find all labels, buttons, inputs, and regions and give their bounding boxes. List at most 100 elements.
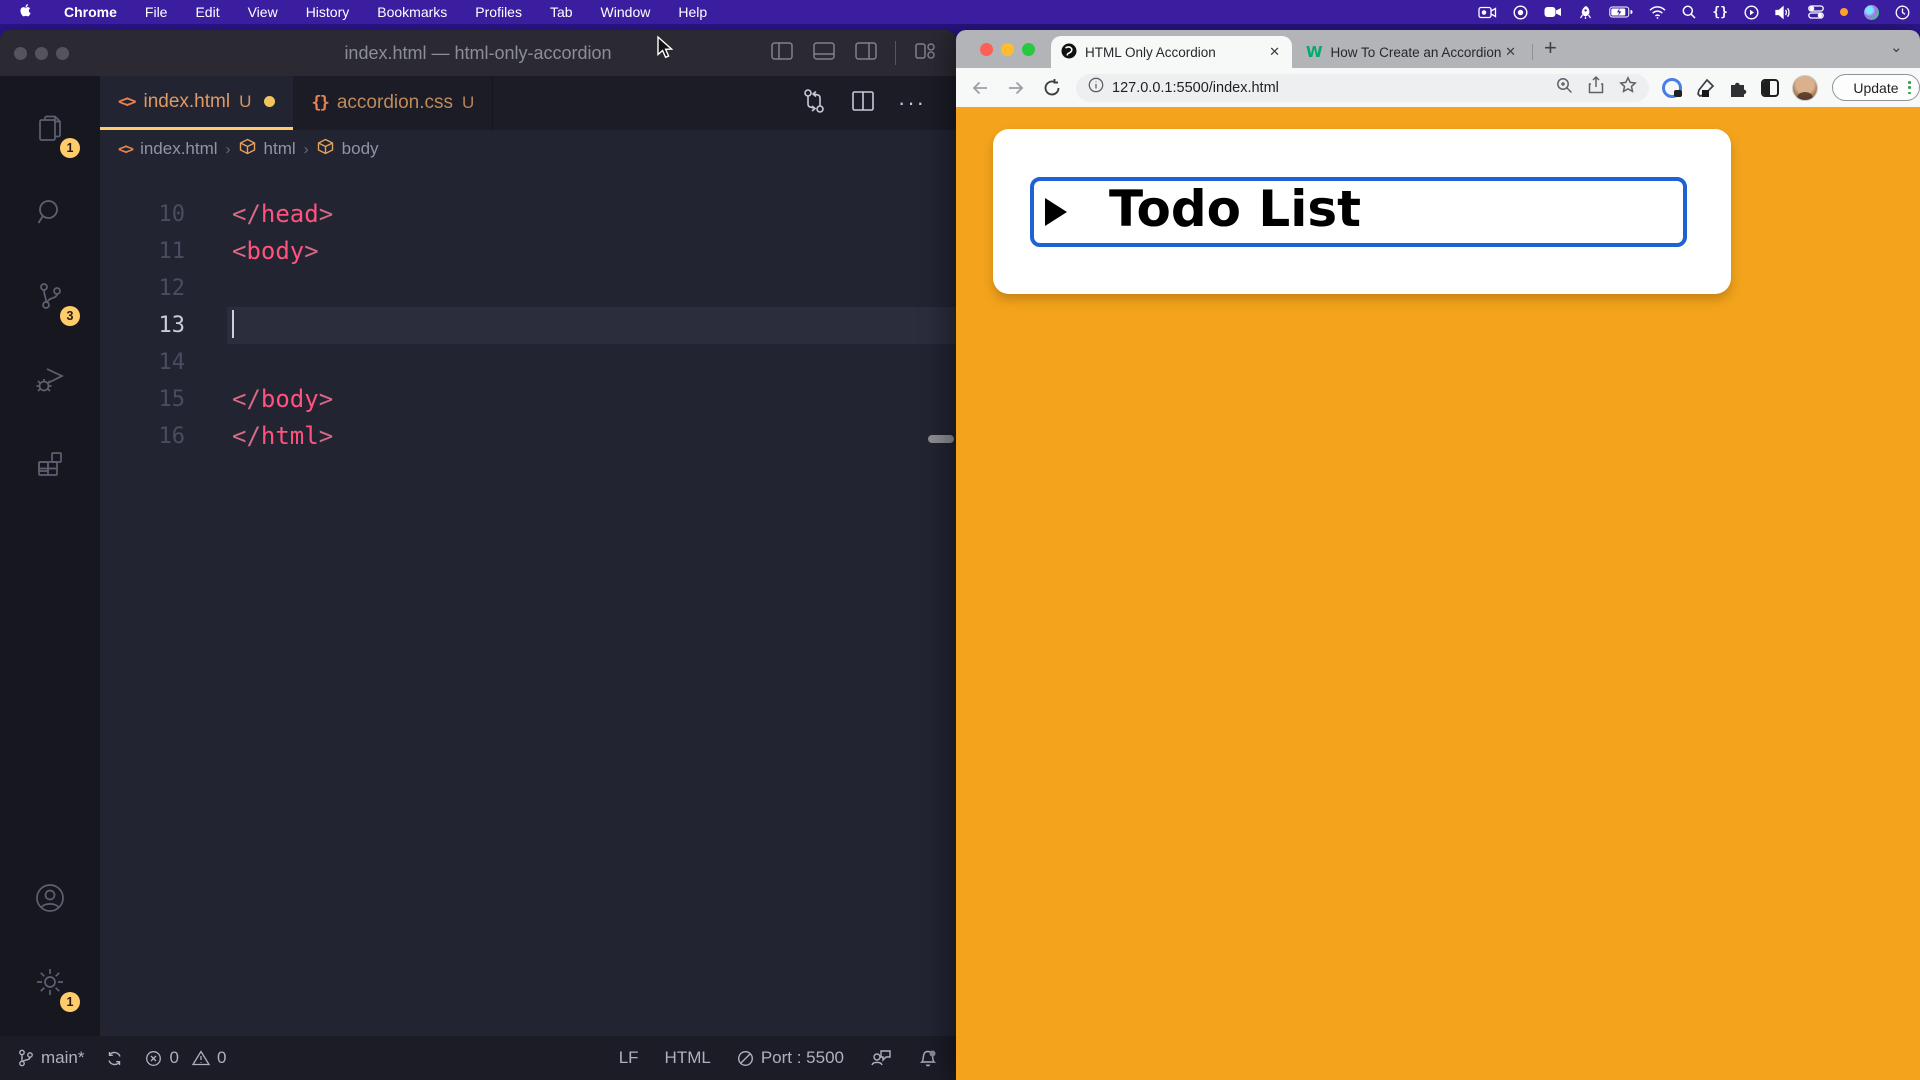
code-text xyxy=(227,344,956,381)
apple-menu-icon[interactable] xyxy=(20,4,34,20)
tab-html-only-accordion[interactable]: HTML Only Accordion ✕ xyxy=(1051,36,1292,68)
warnings-icon xyxy=(192,1050,210,1066)
more-actions-icon[interactable]: ··· xyxy=(898,90,926,116)
menu-window[interactable]: Window xyxy=(601,4,651,20)
extensions-puzzle-icon[interactable] xyxy=(1728,78,1748,98)
dark-mode-extension-icon[interactable] xyxy=(1761,79,1779,97)
close-tab-icon[interactable]: ✕ xyxy=(1267,44,1282,60)
toggle-sidebar-icon[interactable] xyxy=(769,38,795,69)
html-file-icon: <> xyxy=(118,92,134,112)
menu-help[interactable]: Help xyxy=(678,4,707,20)
site-info-icon[interactable] xyxy=(1088,77,1104,98)
browser-menu-dots-icon[interactable] xyxy=(1908,81,1911,94)
w3schools-favicon: W xyxy=(1306,43,1323,61)
menu-tab[interactable]: Tab xyxy=(550,4,573,20)
settings-gear-icon[interactable]: 1 xyxy=(22,954,78,1010)
tab-index-html[interactable]: <> index.html U xyxy=(100,76,293,130)
code-line: 15 </body> xyxy=(100,381,956,418)
eol-indicator[interactable]: LF xyxy=(619,1048,639,1068)
record-circle-icon[interactable] xyxy=(1513,3,1528,21)
run-debug-icon[interactable] xyxy=(22,352,78,408)
explorer-icon[interactable]: 1 xyxy=(22,100,78,156)
menu-history[interactable]: History xyxy=(306,4,350,20)
minimize-window-button[interactable] xyxy=(1001,43,1014,56)
eyedropper-extension-icon[interactable] xyxy=(1695,78,1715,98)
language-mode[interactable]: HTML xyxy=(665,1048,711,1068)
reload-button[interactable] xyxy=(1042,78,1062,98)
liveserver-port-item[interactable]: Port : 5500 xyxy=(737,1048,844,1068)
close-window-button[interactable] xyxy=(14,47,27,60)
clock-icon[interactable] xyxy=(1895,3,1910,21)
tab-title: How To Create an Accordion xyxy=(1331,45,1504,60)
warning-count: 0 xyxy=(217,1048,226,1068)
breadcrumb-file[interactable]: index.html xyxy=(140,139,217,159)
menu-edit[interactable]: Edit xyxy=(195,4,219,20)
back-button[interactable] xyxy=(970,78,990,98)
line-number: 13 xyxy=(100,307,227,344)
menu-bookmarks[interactable]: Bookmarks xyxy=(377,4,447,20)
breadcrumb-body[interactable]: body xyxy=(342,139,379,159)
breadcrumb-chevron: › xyxy=(226,141,231,158)
vscode-statusbar: main* 0 0 LF HTML Port : 5500 xyxy=(0,1036,956,1080)
zoom-window-button[interactable] xyxy=(1022,43,1035,56)
rocket-icon[interactable] xyxy=(1578,3,1593,21)
menu-view[interactable]: View xyxy=(248,4,278,20)
accordion-card: Todo List xyxy=(993,129,1731,294)
close-tab-icon[interactable]: ✕ xyxy=(1503,44,1518,60)
code-editor[interactable]: 10 </head> 11 <body> 12 13 14 xyxy=(100,168,956,1036)
git-branch-item[interactable]: main* xyxy=(18,1048,84,1068)
line-number: 15 xyxy=(100,381,227,418)
port-label: Port : 5500 xyxy=(761,1048,844,1068)
wifi-icon[interactable] xyxy=(1649,3,1666,21)
braces-icon[interactable]: {} xyxy=(1712,3,1728,21)
share-icon[interactable] xyxy=(1588,76,1604,99)
zoom-window-button[interactable] xyxy=(56,47,69,60)
play-circle-icon[interactable] xyxy=(1744,3,1759,21)
bookmark-star-icon[interactable] xyxy=(1619,76,1637,99)
settings-badge: 1 xyxy=(60,992,80,1012)
errors-icon xyxy=(145,1050,162,1067)
zoom-icon[interactable] xyxy=(1556,77,1573,99)
battery-icon[interactable] xyxy=(1609,3,1633,21)
update-chrome-button[interactable]: Update xyxy=(1832,74,1920,101)
sync-item[interactable] xyxy=(106,1050,123,1067)
breadcrumb-html[interactable]: html xyxy=(264,139,296,159)
url-text[interactable]: 127.0.0.1:5500/index.html xyxy=(1112,80,1556,96)
close-window-button[interactable] xyxy=(980,43,993,56)
scrollbar-thumb[interactable] xyxy=(928,435,954,443)
address-bar[interactable]: 127.0.0.1:5500/index.html xyxy=(1076,74,1649,102)
videocam-icon[interactable] xyxy=(1544,3,1562,21)
forward-button[interactable] xyxy=(1006,78,1026,98)
notifications-bell-icon[interactable] xyxy=(918,1048,938,1068)
code-line-current: 13 xyxy=(100,307,956,344)
accounts-icon[interactable] xyxy=(22,870,78,926)
search-icon[interactable] xyxy=(22,184,78,240)
todo-accordion-summary[interactable]: Todo List xyxy=(1030,177,1687,247)
minimize-window-button[interactable] xyxy=(35,47,48,60)
split-editor-icon[interactable] xyxy=(850,88,876,119)
feedback-icon[interactable] xyxy=(870,1048,892,1068)
source-control-icon[interactable]: 3 xyxy=(22,268,78,324)
unsaved-dot-icon[interactable] xyxy=(264,96,275,107)
new-tab-button[interactable]: + xyxy=(1544,35,1557,61)
profile-avatar[interactable] xyxy=(1792,75,1818,101)
tab-accordion-css[interactable]: {} accordion.css U xyxy=(293,76,493,130)
extensions-icon[interactable] xyxy=(22,436,78,492)
tab-how-to-create-accordion[interactable]: W How To Create an Accordion ✕ xyxy=(1300,36,1524,68)
customize-layout-icon[interactable] xyxy=(912,38,938,69)
control-center-icon[interactable] xyxy=(1808,3,1824,21)
branch-icon xyxy=(18,1049,34,1067)
menu-file[interactable]: File xyxy=(145,4,168,20)
toggle-secondary-sidebar-icon[interactable] xyxy=(853,38,879,69)
volume-icon[interactable] xyxy=(1775,3,1792,21)
menu-chrome[interactable]: Chrome xyxy=(64,4,117,20)
problems-item[interactable]: 0 0 xyxy=(145,1048,226,1068)
tab-search-chevron-icon[interactable]: ⌄ xyxy=(1890,38,1903,56)
privacy-extension-icon[interactable] xyxy=(1662,78,1682,98)
open-changes-icon[interactable] xyxy=(800,87,828,120)
siri-icon[interactable] xyxy=(1864,5,1879,20)
menu-profiles[interactable]: Profiles xyxy=(475,4,522,20)
camera-icon[interactable] xyxy=(1478,3,1497,21)
toggle-panel-icon[interactable] xyxy=(811,38,837,69)
spotlight-icon[interactable] xyxy=(1682,3,1696,21)
